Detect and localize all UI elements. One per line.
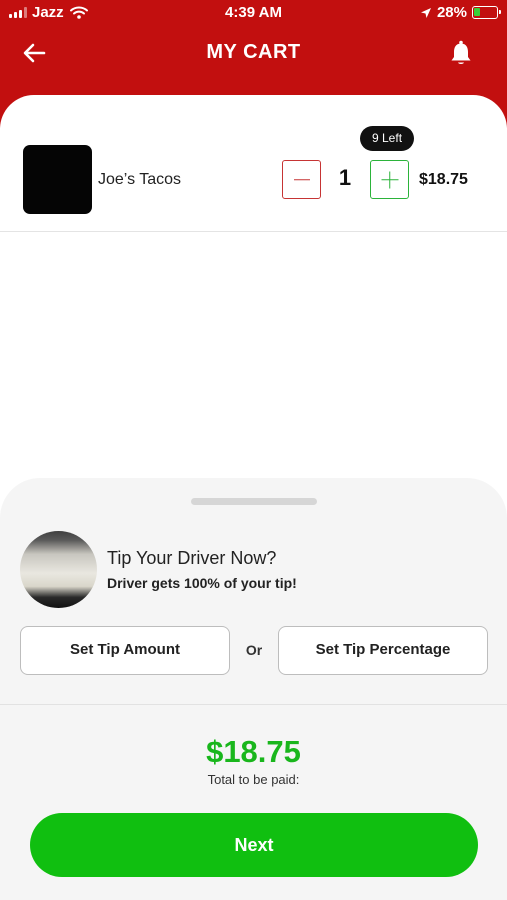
notifications-button[interactable] <box>447 39 475 67</box>
nav-bar: MY CART <box>0 32 507 76</box>
total-label: Total to be paid: <box>207 772 300 787</box>
total-amount: $18.75 <box>206 734 301 769</box>
driver-avatar <box>20 531 97 608</box>
tip-title: Tip Your Driver Now? <box>107 548 277 568</box>
status-right: 28% <box>420 4 501 21</box>
checkout-panel: Tip Your Driver Now? Driver gets 100% of… <box>0 478 507 900</box>
tip-subtitle: Driver gets 100% of your tip! <box>107 575 297 591</box>
drag-handle[interactable] <box>191 498 317 505</box>
cart-sheet: Joe’s Tacos 9 Left 1 $18.75 <box>0 95 507 515</box>
status-bar: Jazz 4:39 AM 28% <box>0 0 507 28</box>
page-title: MY CART <box>206 41 301 63</box>
item-quantity: 1 <box>338 165 352 190</box>
set-tip-amount-button[interactable]: Set Tip Amount <box>20 626 230 675</box>
location-arrow-icon <box>420 7 431 18</box>
item-image <box>23 145 92 214</box>
divider <box>0 704 507 705</box>
or-label: Or <box>245 642 263 658</box>
increase-quantity-button[interactable] <box>370 160 409 199</box>
cart-item: Joe’s Tacos 9 Left 1 $18.75 <box>0 126 507 232</box>
next-button[interactable]: Next <box>30 813 478 877</box>
battery-percent: 28% <box>436 4 467 21</box>
item-name: Joe’s Tacos <box>98 171 182 188</box>
battery-icon <box>472 6 501 19</box>
set-tip-percentage-button[interactable]: Set Tip Percentage <box>278 626 488 675</box>
bell-icon <box>451 40 471 64</box>
decrease-quantity-button[interactable] <box>282 160 321 199</box>
stock-left-badge: 9 Left <box>360 126 415 151</box>
item-price: $18.75 <box>419 171 468 188</box>
